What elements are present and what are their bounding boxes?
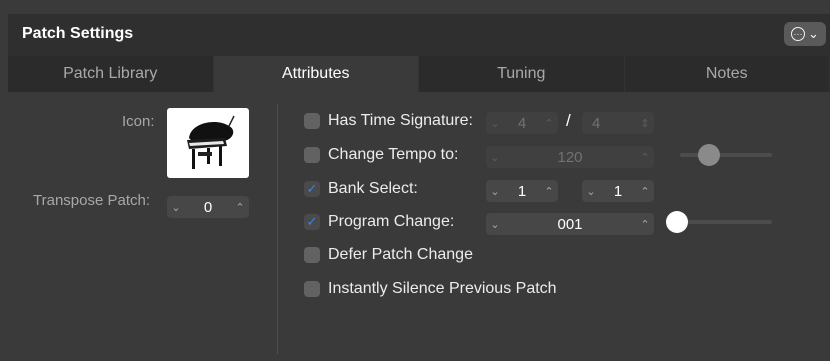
grand-piano-icon: [187, 115, 235, 169]
transpose-stepper[interactable]: ⌄ 0 ⌃: [167, 196, 249, 218]
chevron-up-icon[interactable]: ⌃: [540, 117, 558, 130]
time-signature-denominator: 4: [592, 114, 601, 132]
chevron-down-icon[interactable]: ⌄: [582, 185, 600, 198]
time-signature-numerator: 4: [517, 114, 527, 132]
chevron-down-icon: ⌄: [808, 26, 819, 41]
bank-select-checkbox[interactable]: ✓: [304, 181, 320, 197]
transpose-value: 0: [203, 198, 213, 216]
bank-select-msb: 1: [517, 182, 527, 200]
chevron-up-icon[interactable]: ⌃: [231, 201, 249, 214]
chevron-down-icon[interactable]: ⌄: [486, 151, 504, 164]
tempo-slider-knob[interactable]: [698, 144, 720, 166]
up-down-chevron-icon: ⇕: [640, 117, 650, 130]
tab-tuning[interactable]: Tuning: [419, 56, 625, 92]
ellipsis-circle-icon: ···: [791, 27, 806, 41]
bank-select-row[interactable]: ✓ Bank Select:: [304, 180, 418, 198]
program-change-checkbox[interactable]: ✓: [304, 214, 320, 230]
chevron-down-icon[interactable]: ⌄: [486, 185, 504, 198]
bank-select-msb-stepper[interactable]: ⌄ 1 ⌃: [486, 180, 558, 202]
window-title: Patch Settings: [22, 25, 134, 42]
defer-patch-change-row[interactable]: Defer Patch Change: [304, 246, 473, 264]
defer-patch-change-checkbox[interactable]: [304, 247, 320, 263]
chevron-up-icon[interactable]: ⌃: [636, 218, 654, 231]
program-change-stepper[interactable]: ⌄ 001 ⌃: [486, 213, 654, 235]
bank-select-lsb: 1: [613, 182, 623, 200]
tab-attributes[interactable]: Attributes: [213, 56, 419, 92]
tab-notes[interactable]: Notes: [625, 56, 830, 92]
time-signature-separator: /: [566, 111, 571, 130]
time-signature-numerator-stepper[interactable]: ⌄ 4 ⌃: [486, 112, 558, 134]
patch-icon-well[interactable]: [167, 108, 249, 178]
transpose-patch-label: Transpose Patch:: [33, 192, 151, 209]
bank-select-label: Bank Select:: [328, 180, 418, 197]
tempo-stepper[interactable]: ⌄ 120 ⌃: [486, 146, 654, 168]
has-time-signature-label: Has Time Signature:: [328, 112, 473, 129]
program-change-value: 001: [557, 215, 583, 233]
chevron-down-icon[interactable]: ⌄: [486, 117, 504, 130]
action-menu-button[interactable]: ··· ⌄: [784, 22, 826, 46]
tempo-value: 120: [557, 148, 583, 166]
program-change-label: Program Change:: [328, 213, 455, 230]
time-signature-denominator-select[interactable]: 4 ⇕: [582, 112, 654, 134]
tab-patch-library[interactable]: Patch Library: [8, 56, 214, 92]
program-change-slider-knob[interactable]: [666, 211, 688, 233]
instantly-silence-checkbox[interactable]: [304, 281, 320, 297]
program-change-row[interactable]: ✓ Program Change:: [304, 213, 454, 231]
tempo-slider-track[interactable]: [680, 153, 772, 157]
bank-select-lsb-stepper[interactable]: ⌄ 1 ⌃: [582, 180, 654, 202]
change-tempo-checkbox[interactable]: [304, 147, 320, 163]
chevron-up-icon[interactable]: ⌃: [636, 151, 654, 164]
has-time-signature-checkbox[interactable]: [304, 113, 320, 129]
chevron-down-icon[interactable]: ⌄: [486, 218, 504, 231]
panel-divider: [277, 104, 278, 354]
has-time-signature-row[interactable]: Has Time Signature:: [304, 112, 473, 130]
change-tempo-label: Change Tempo to:: [328, 146, 459, 163]
chevron-up-icon[interactable]: ⌃: [636, 185, 654, 198]
patch-settings-header: Patch Settings ··· ⌄: [8, 14, 830, 56]
chevron-up-icon[interactable]: ⌃: [540, 185, 558, 198]
chevron-down-icon[interactable]: ⌄: [167, 201, 185, 214]
instantly-silence-label: Instantly Silence Previous Patch: [328, 280, 557, 297]
tab-bar: Patch Library Attributes Tuning Notes: [8, 56, 830, 93]
defer-patch-change-label: Defer Patch Change: [328, 246, 473, 263]
change-tempo-row[interactable]: Change Tempo to:: [304, 146, 458, 164]
instantly-silence-row[interactable]: Instantly Silence Previous Patch: [304, 280, 557, 298]
icon-label: Icon:: [122, 113, 155, 130]
